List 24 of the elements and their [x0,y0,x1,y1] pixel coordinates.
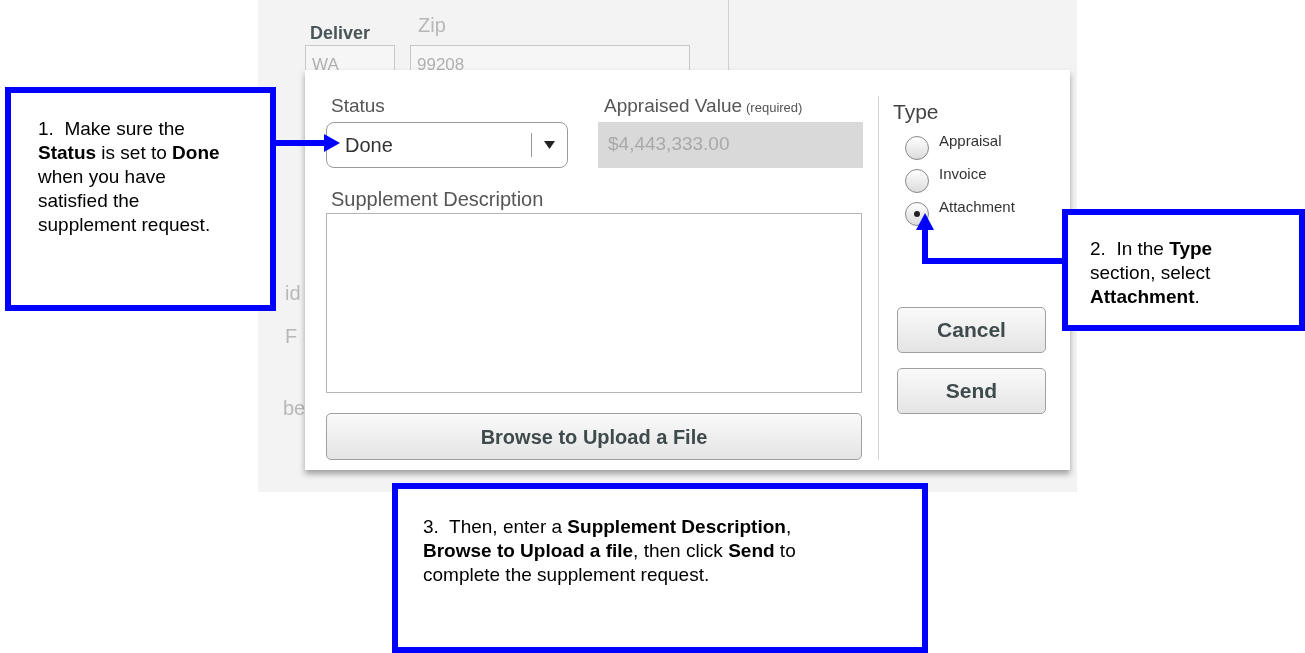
field-label: Status [331,94,386,118]
radio-label[interactable]: Attachment [939,196,1015,219]
field-label: Appraised Value [604,94,743,118]
radio-label[interactable]: Invoice [939,163,987,186]
type-label: Type [893,99,940,125]
field-label: Supplement Description [331,187,545,212]
field-label: Zip [418,13,446,38]
field-label: be [283,396,306,421]
callout-text: 1. Make sure the Status is set to Done when you have satisfied the supplement request. [38,117,221,237]
radio-button[interactable] [905,136,929,160]
section-title: Deliver [310,22,371,45]
callout-text: 3. Then, enter a Supplement Description, Browse to Upload a file, then click Send to complete the supplement request. [423,515,797,587]
field-label: id [285,281,301,306]
description-field[interactable] [326,213,862,393]
browse-button[interactable]: Browse to Upload a File [326,413,862,460]
callout-text: 2. In the Type section, select Attachment. [1090,237,1214,309]
dialog-button[interactable]: Cancel [897,307,1046,353]
radio-label[interactable]: Appraisal [939,130,1002,153]
dialog-button[interactable]: Send [897,368,1046,414]
status-dropdown[interactable]: Done [326,122,568,168]
field-label: F [285,324,298,349]
radio-button[interactable] [905,169,929,193]
required-note: (required) [746,99,803,117]
caret-icon [544,141,555,149]
